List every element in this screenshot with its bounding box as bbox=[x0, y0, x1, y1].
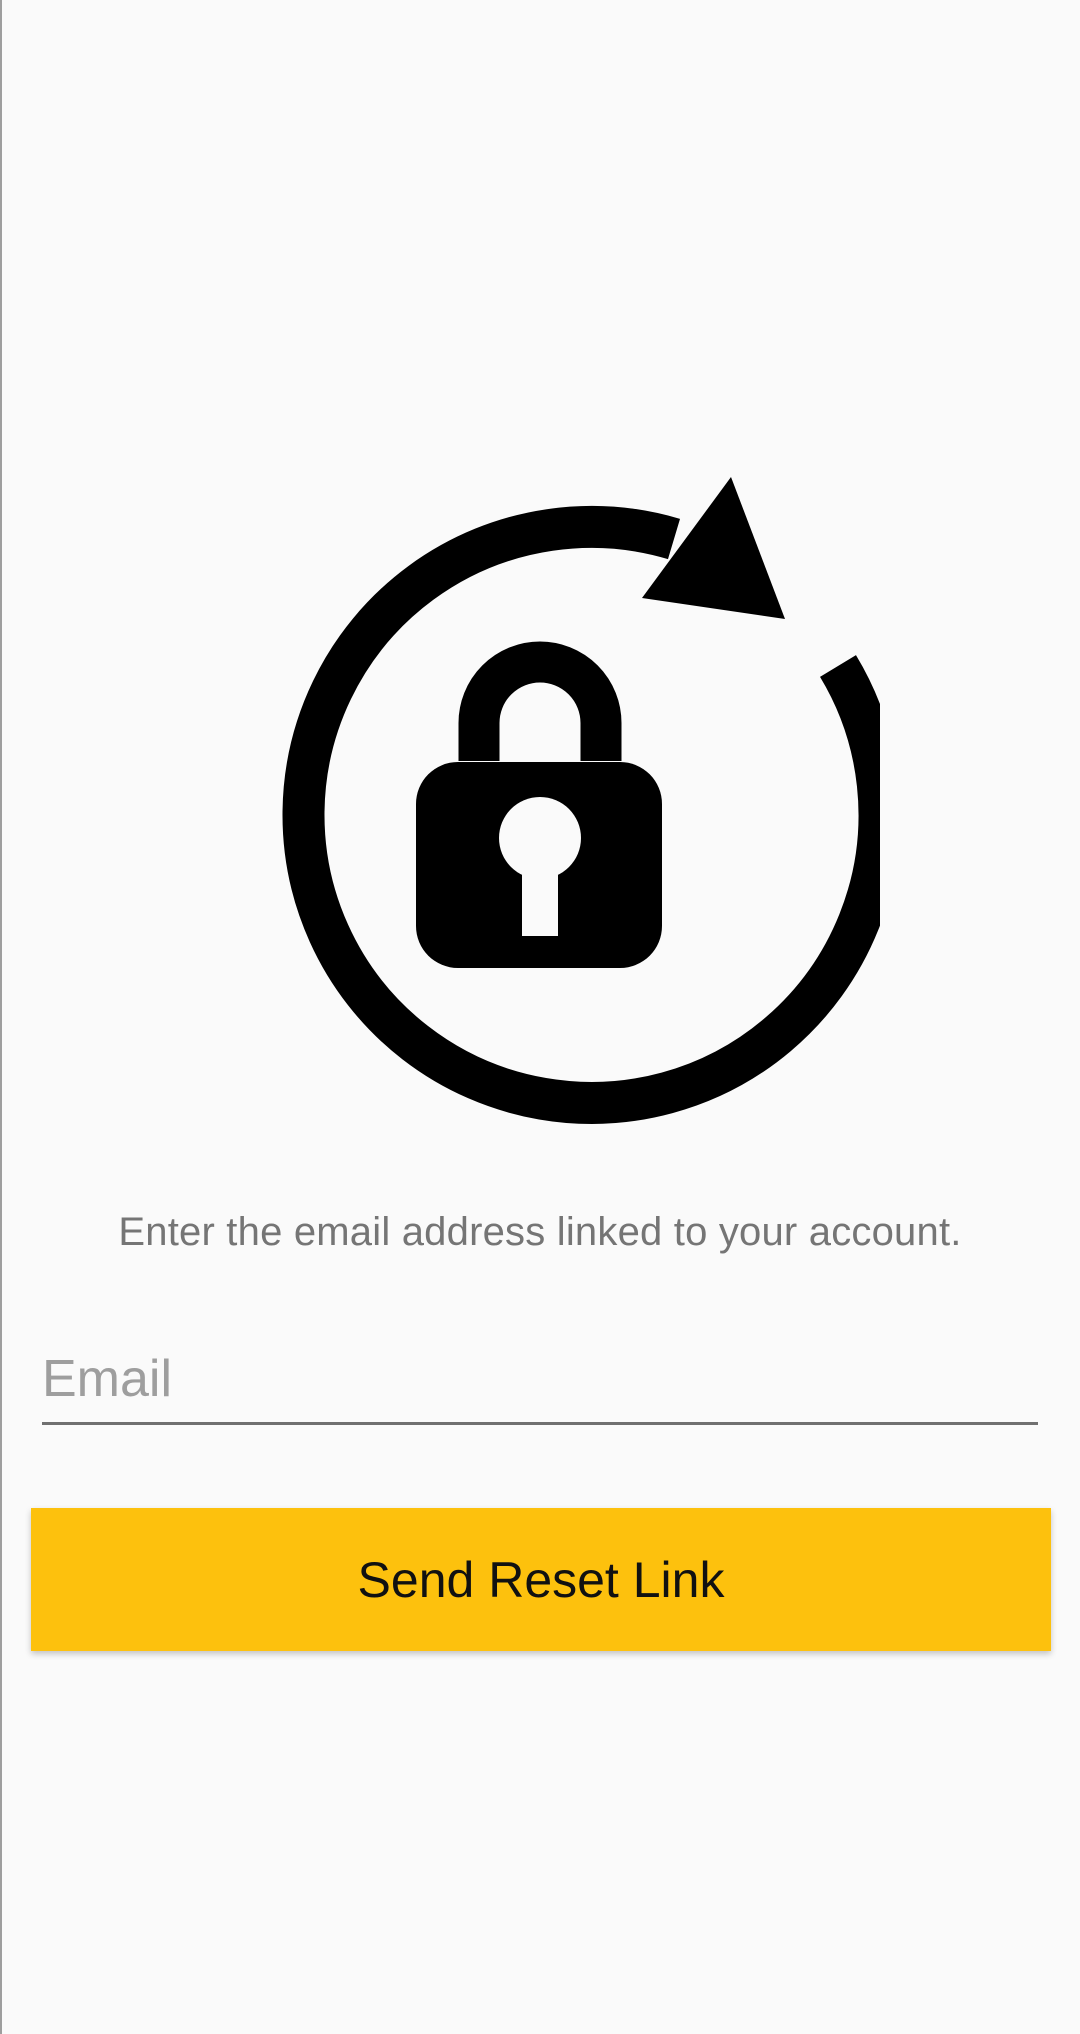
window-edge bbox=[0, 0, 2, 2034]
send-reset-link-button[interactable]: Send Reset Link bbox=[31, 1508, 1051, 1651]
email-field[interactable] bbox=[42, 1335, 1038, 1425]
lock-reset-icon bbox=[200, 460, 880, 1140]
instruction-text: Enter the email address linked to your a… bbox=[118, 1210, 962, 1254]
